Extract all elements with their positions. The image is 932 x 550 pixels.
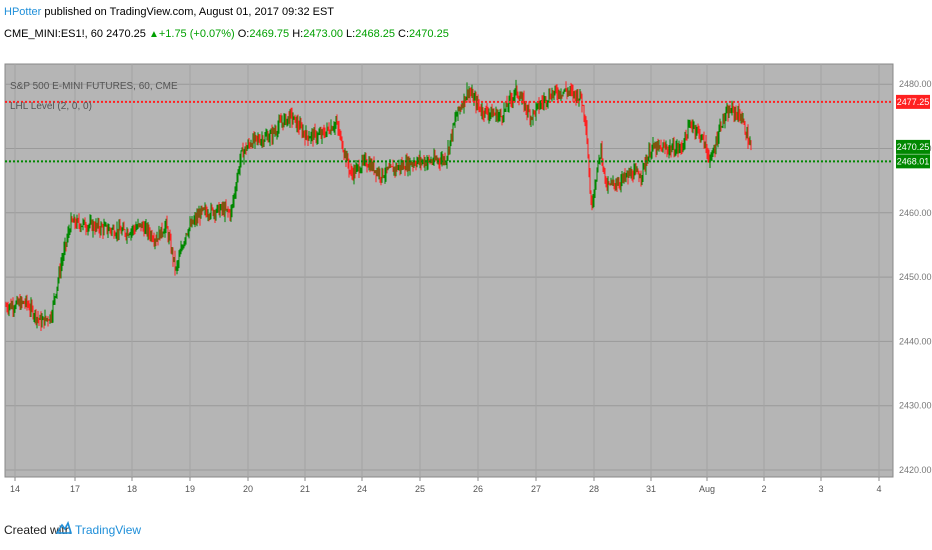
y-tick-label: 2450.00 [899, 272, 932, 282]
plot-background [4, 63, 894, 478]
last-price-badge-label: 2470.25 [897, 142, 930, 152]
x-tick-label: 21 [300, 484, 310, 494]
x-tick-label: 2 [761, 484, 766, 494]
y-axis[interactable]: 2420.00 2430.00 2440.00 2450.00 2460.00 2470.… [899, 79, 932, 475]
x-tick-label: 19 [185, 484, 195, 494]
price-badges: 2477.25 2470.25 2468.01 [896, 94, 930, 169]
support-badge-label: 2468.01 [897, 156, 930, 166]
chart-title: S&P 500 E-MINI FUTURES, 60, CME [10, 81, 178, 92]
y-tick-label: 2440.00 [899, 336, 932, 346]
indicator-label: LHL Level (2, 0, 0) [10, 101, 92, 112]
x-tick-label: 25 [415, 484, 425, 494]
x-tick-label: 4 [876, 484, 881, 494]
y-tick-label: 2460.00 [899, 208, 932, 218]
x-tick-label: 28 [589, 484, 599, 494]
footer: Created with TradingView [0, 505, 932, 550]
x-tick-label: 20 [243, 484, 253, 494]
y-tick-label: 2430.00 [899, 401, 932, 411]
x-tick-label: 17 [70, 484, 80, 494]
x-tick-label: 31 [646, 484, 656, 494]
y-tick-label: 2420.00 [899, 465, 932, 475]
price-chart[interactable]: S&P 500 E-MINI FUTURES, 60, CME LHL Leve… [0, 0, 932, 505]
resistance-badge-label: 2477.25 [897, 97, 930, 107]
x-axis[interactable]: 14 17 18 19 20 21 24 25 26 27 28 31 Aug 2 3 4 [10, 477, 882, 494]
tradingview-logo-icon[interactable] [56, 520, 72, 536]
x-tick-label: 3 [818, 484, 823, 494]
x-tick-label: 27 [531, 484, 541, 494]
y-tick-label: 2480.00 [899, 79, 932, 89]
x-tick-label: 18 [127, 484, 137, 494]
x-tick-label: Aug [699, 484, 715, 494]
x-tick-label: 26 [473, 484, 483, 494]
x-tick-label: 14 [10, 484, 20, 494]
x-tick-label: 24 [357, 484, 367, 494]
tradingview-brand[interactable]: TradingView [75, 523, 141, 537]
